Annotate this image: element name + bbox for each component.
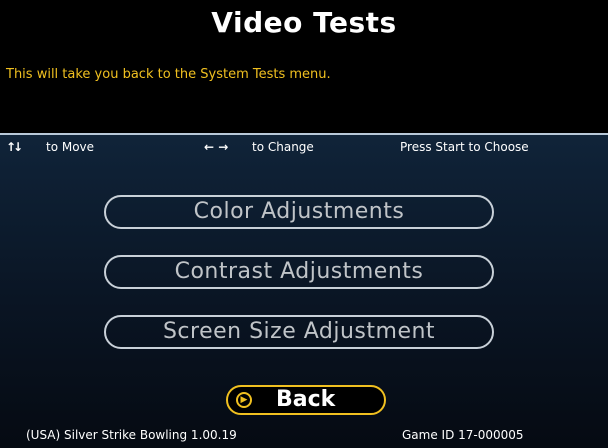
up-down-arrows-icon: ↑↓ xyxy=(6,140,23,154)
move-hint: to Move xyxy=(46,140,95,154)
hint-bar: ↑↓ to Move ← → to Change Press Start to … xyxy=(0,137,608,159)
screen-size-adjustment-button[interactable]: Screen Size Adjustment xyxy=(104,315,494,349)
play-arrow-icon: ▶ xyxy=(236,392,252,408)
back-label: Back xyxy=(276,387,336,412)
info-box: This will take you back to the System Te… xyxy=(0,45,608,135)
version-info: (USA) Silver Strike Bowling 1.00.19 xyxy=(26,428,237,442)
info-description: This will take you back to the System Te… xyxy=(6,67,331,82)
game-id: Game ID 17-000005 xyxy=(402,428,524,442)
change-hint: to Change xyxy=(252,140,314,154)
contrast-adjustments-button[interactable]: Contrast Adjustments xyxy=(104,255,494,289)
choose-hint: Press Start to Choose xyxy=(400,140,529,154)
color-adjustments-button[interactable]: Color Adjustments xyxy=(104,195,494,229)
page-title: Video Tests xyxy=(211,6,397,39)
title-bar: Video Tests xyxy=(0,0,608,45)
left-right-arrows-icon: ← → xyxy=(204,140,229,154)
back-button[interactable]: ▶ Back xyxy=(226,385,386,415)
